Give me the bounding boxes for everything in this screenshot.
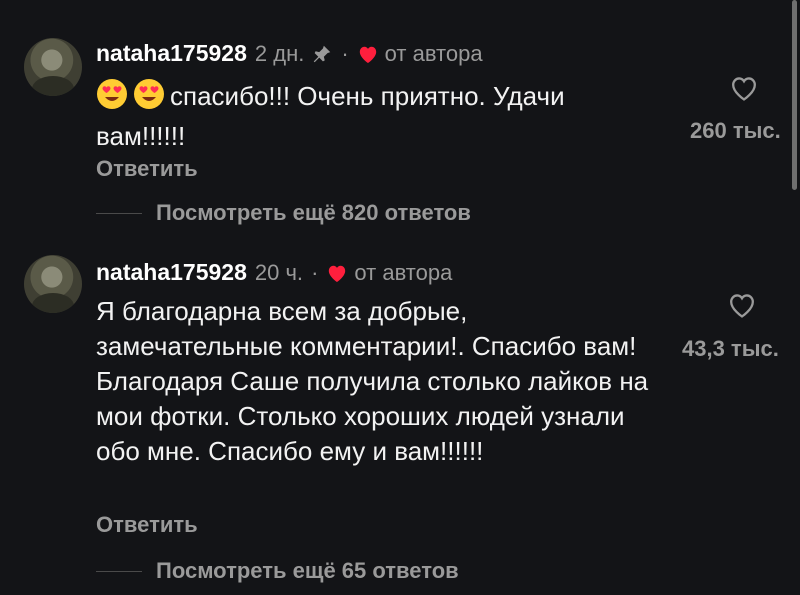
view-replies-button[interactable]: Посмотреть ещё 820 ответов [96, 200, 471, 226]
separator-dot: · [341, 40, 349, 66]
timestamp: 2 дн. [254, 40, 305, 66]
reply-button[interactable]: Ответить [96, 156, 198, 182]
heart-outline-icon[interactable] [726, 291, 758, 324]
like-count: 260 тыс. [690, 118, 781, 143]
username[interactable]: nataha175928 [96, 259, 247, 286]
like-count: 43,3 тыс. [682, 336, 779, 361]
view-replies-label: Посмотреть ещё 65 ответов [156, 558, 459, 583]
comment-text: Я благодарна всем за добрые, замечательн… [96, 296, 649, 466]
author-label: от автора [354, 259, 453, 285]
divider-line [96, 570, 142, 572]
heart-outline-icon[interactable] [728, 74, 760, 107]
heart-eyes-emoji [96, 78, 128, 119]
heart-filled-icon [326, 263, 348, 283]
separator-dot: · [311, 259, 319, 285]
username[interactable]: nataha175928 [96, 40, 247, 67]
scrollbar[interactable] [792, 0, 797, 190]
author-label: от автора [384, 40, 483, 66]
avatar[interactable] [24, 255, 82, 313]
comment-text-body: спасибо!!! Очень приятно. Удачи вам!!!!!… [96, 81, 565, 151]
heart-filled-icon [357, 44, 379, 64]
comment-text: спасибо!!! Очень приятно. Удачи вам!!!!!… [96, 78, 656, 154]
view-replies-label: Посмотреть ещё 820 ответов [156, 200, 471, 225]
reply-button[interactable]: Ответить [96, 512, 198, 538]
divider-line [96, 212, 142, 214]
avatar[interactable] [24, 38, 82, 96]
timestamp: 20 ч. [254, 259, 304, 285]
pin-icon [311, 43, 333, 65]
heart-eyes-emoji [133, 78, 165, 119]
view-replies-button[interactable]: Посмотреть ещё 65 ответов [96, 558, 459, 584]
